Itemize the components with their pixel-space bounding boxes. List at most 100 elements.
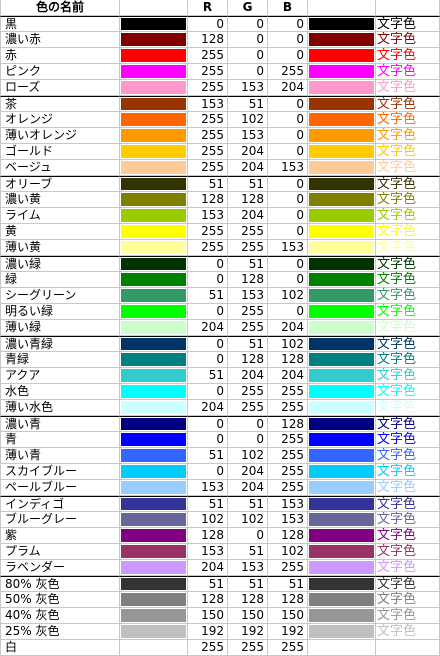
color-name-cell[interactable]: 白	[0, 640, 120, 656]
r-value-cell[interactable]: 0	[188, 272, 228, 288]
text-color-sample-cell[interactable]: 文字色	[376, 64, 440, 80]
b-value-cell[interactable]: 0	[268, 224, 308, 240]
text-color-sample-cell[interactable]: 文字色	[376, 16, 440, 32]
color-swatch-cell-2[interactable]	[308, 576, 376, 592]
text-color-sample-cell[interactable]: 文字色	[376, 320, 440, 336]
color-name-cell[interactable]: インディゴ	[0, 496, 120, 512]
g-value-cell[interactable]: 51	[228, 576, 268, 592]
color-swatch-cell-2[interactable]	[308, 368, 376, 384]
text-color-sample-cell[interactable]: 文字色	[376, 608, 440, 624]
color-name-cell[interactable]: ローズ	[0, 80, 120, 96]
g-value-cell[interactable]: 51	[228, 544, 268, 560]
g-value-cell[interactable]: 204	[228, 208, 268, 224]
b-value-cell[interactable]: 51	[268, 576, 308, 592]
g-value-cell[interactable]: 0	[228, 64, 268, 80]
text-color-sample-cell[interactable]: 文字色	[376, 560, 440, 576]
g-value-cell[interactable]: 255	[228, 304, 268, 320]
color-name-cell[interactable]: 50% 灰色	[0, 592, 120, 608]
b-value-cell[interactable]: 128	[268, 592, 308, 608]
color-swatch-cell-2[interactable]	[308, 96, 376, 112]
color-swatch-cell[interactable]	[120, 576, 188, 592]
r-value-cell[interactable]: 255	[188, 640, 228, 656]
color-name-cell[interactable]: ブルーグレー	[0, 512, 120, 528]
color-name-cell[interactable]: 濃い青	[0, 416, 120, 432]
r-value-cell[interactable]: 153	[188, 96, 228, 112]
text-color-sample-cell[interactable]: 文字色	[376, 400, 440, 416]
g-value-cell[interactable]: 153	[228, 128, 268, 144]
text-color-sample-cell[interactable]: 文字色	[376, 224, 440, 240]
text-color-sample-cell[interactable]: 文字色	[376, 544, 440, 560]
r-value-cell[interactable]: 51	[188, 288, 228, 304]
color-swatch-cell[interactable]	[120, 48, 188, 64]
text-color-sample-cell[interactable]: 文字色	[376, 96, 440, 112]
color-swatch-cell[interactable]	[120, 16, 188, 32]
b-value-cell[interactable]: 204	[268, 368, 308, 384]
color-swatch-cell-2[interactable]	[308, 240, 376, 256]
r-value-cell[interactable]: 0	[188, 384, 228, 400]
r-value-cell[interactable]: 204	[188, 320, 228, 336]
b-value-cell[interactable]: 255	[268, 464, 308, 480]
text-color-sample-cell[interactable]: 文字色	[376, 480, 440, 496]
text-color-sample-cell[interactable]: 文字色	[376, 384, 440, 400]
color-swatch-cell[interactable]	[120, 512, 188, 528]
color-swatch-cell-2[interactable]	[308, 448, 376, 464]
header-swatch-blank[interactable]	[120, 0, 188, 16]
b-value-cell[interactable]: 0	[268, 272, 308, 288]
r-value-cell[interactable]: 51	[188, 368, 228, 384]
color-swatch-cell-2[interactable]	[308, 208, 376, 224]
color-name-cell[interactable]: 水色	[0, 384, 120, 400]
color-name-cell[interactable]: 茶	[0, 96, 120, 112]
color-swatch-cell[interactable]	[120, 288, 188, 304]
r-value-cell[interactable]: 153	[188, 208, 228, 224]
text-color-sample-cell[interactable]: 文字色	[376, 32, 440, 48]
color-swatch-cell-2[interactable]	[308, 400, 376, 416]
text-color-sample-cell[interactable]: 文字色	[376, 48, 440, 64]
color-swatch-cell[interactable]	[120, 608, 188, 624]
g-value-cell[interactable]: 204	[228, 144, 268, 160]
b-value-cell[interactable]: 153	[268, 240, 308, 256]
color-name-cell[interactable]: ピンク	[0, 64, 120, 80]
color-swatch-cell-2[interactable]	[308, 560, 376, 576]
g-value-cell[interactable]: 204	[228, 160, 268, 176]
text-color-sample-cell[interactable]: 文字色	[376, 256, 440, 272]
b-value-cell[interactable]: 255	[268, 448, 308, 464]
color-swatch-cell-2[interactable]	[308, 32, 376, 48]
r-value-cell[interactable]: 255	[188, 128, 228, 144]
color-swatch-cell-2[interactable]	[308, 464, 376, 480]
color-name-cell[interactable]: ベージュ	[0, 160, 120, 176]
g-value-cell[interactable]: 51	[228, 256, 268, 272]
color-swatch-cell[interactable]	[120, 368, 188, 384]
b-value-cell[interactable]: 128	[268, 528, 308, 544]
color-swatch-cell[interactable]	[120, 96, 188, 112]
text-color-sample-cell[interactable]: 文字色	[376, 288, 440, 304]
color-swatch-cell-2[interactable]	[308, 48, 376, 64]
color-swatch-cell[interactable]	[120, 400, 188, 416]
color-swatch-cell-2[interactable]	[308, 112, 376, 128]
g-value-cell[interactable]: 128	[228, 352, 268, 368]
color-swatch-cell-2[interactable]	[308, 480, 376, 496]
color-swatch-cell[interactable]	[120, 192, 188, 208]
g-value-cell[interactable]: 102	[228, 448, 268, 464]
color-swatch-cell-2[interactable]	[308, 640, 376, 656]
text-color-sample-cell[interactable]: 文字色	[376, 528, 440, 544]
color-swatch-cell-2[interactable]	[308, 176, 376, 192]
g-value-cell[interactable]: 51	[228, 336, 268, 352]
color-swatch-cell-2[interactable]	[308, 384, 376, 400]
g-value-cell[interactable]: 51	[228, 176, 268, 192]
text-color-sample-cell[interactable]: 文字色	[376, 208, 440, 224]
g-value-cell[interactable]: 204	[228, 368, 268, 384]
color-swatch-cell-2[interactable]	[308, 592, 376, 608]
g-value-cell[interactable]: 153	[228, 288, 268, 304]
color-swatch-cell[interactable]	[120, 496, 188, 512]
color-name-cell[interactable]: スカイブルー	[0, 464, 120, 480]
g-value-cell[interactable]: 204	[228, 464, 268, 480]
g-value-cell[interactable]: 128	[228, 192, 268, 208]
g-value-cell[interactable]: 0	[228, 48, 268, 64]
color-swatch-cell-2[interactable]	[308, 64, 376, 80]
g-value-cell[interactable]: 128	[228, 272, 268, 288]
r-value-cell[interactable]: 0	[188, 432, 228, 448]
color-name-cell[interactable]: オレンジ	[0, 112, 120, 128]
color-swatch-cell-2[interactable]	[308, 256, 376, 272]
color-swatch-cell[interactable]	[120, 320, 188, 336]
color-swatch-cell-2[interactable]	[308, 336, 376, 352]
